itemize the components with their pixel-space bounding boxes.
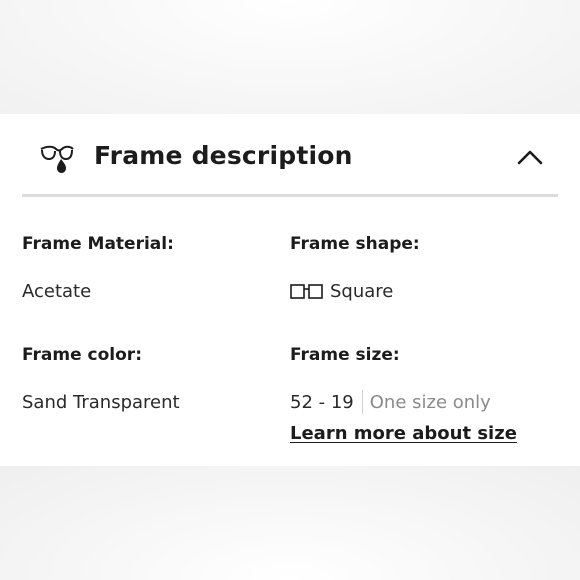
- chevron-up-icon[interactable]: [516, 147, 544, 167]
- frame-shape-row: Square: [290, 281, 393, 302]
- frame-material-label: Frame Material:: [22, 234, 174, 254]
- frame-shape-value: Square: [330, 281, 394, 302]
- frame-size-note: One size only: [369, 391, 491, 413]
- frame-size-row: 52 - 19 One size only: [290, 390, 491, 414]
- glasses-drop-icon: [39, 145, 75, 175]
- square-frame-icon: [290, 283, 324, 301]
- frame-size-label: Frame size:: [290, 345, 400, 365]
- accordion-header[interactable]: Frame description: [22, 114, 558, 197]
- frame-shape-label: Frame shape:: [290, 234, 420, 254]
- frame-size-measure: 52 - 19: [290, 391, 354, 413]
- frame-material-value: Acetate: [22, 281, 92, 302]
- page-background-top: [0, 0, 580, 114]
- page-background-bottom: [0, 466, 580, 580]
- frame-color-value: Sand Transparent: [22, 392, 180, 413]
- frame-description-panel: Frame description Frame Material: Acetat…: [0, 114, 580, 466]
- frame-color-label: Frame color:: [22, 345, 142, 365]
- size-divider: [361, 390, 363, 414]
- learn-more-size-link[interactable]: Learn more about size: [290, 423, 517, 444]
- section-title: Frame description: [94, 141, 353, 170]
